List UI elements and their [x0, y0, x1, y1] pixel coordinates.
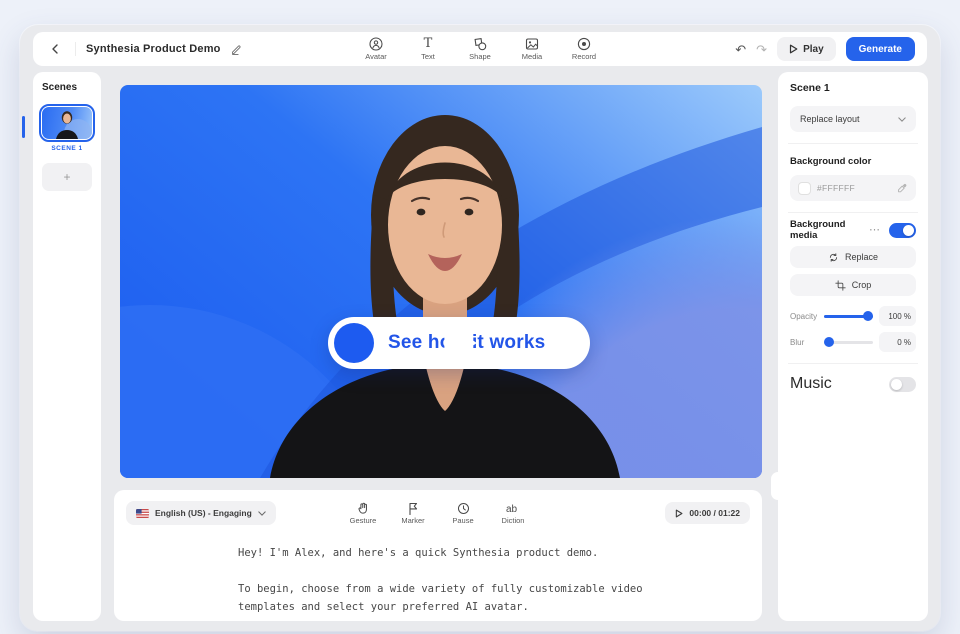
opacity-slider-knob[interactable]: [863, 311, 873, 321]
media-icon: [525, 37, 539, 51]
avatar-figure[interactable]: [120, 85, 762, 478]
add-scene-button[interactable]: +: [42, 163, 92, 191]
cta-play-icon: [334, 323, 374, 363]
generate-button[interactable]: Generate: [846, 37, 915, 61]
color-swatch[interactable]: [798, 182, 811, 195]
divider: [788, 143, 918, 144]
voice-selector[interactable]: English (US) - Engaging: [126, 501, 276, 525]
scene-thumbnail-avatar: [42, 107, 92, 139]
time-label: 00:00 / 01:22: [689, 508, 740, 518]
plus-icon: +: [63, 170, 70, 184]
undo-icon[interactable]: ↶: [735, 43, 746, 56]
background-media-row: Background media ⋯: [790, 222, 916, 238]
app-window: Synthesia Product Demo Avatar T Text Sha…: [20, 25, 940, 631]
scenes-panel: Scenes SCENE 1 +: [33, 72, 101, 621]
replace-icon: [828, 252, 839, 263]
blur-value[interactable]: 0 %: [879, 332, 916, 352]
voice-label: English (US) - Engaging: [155, 508, 252, 518]
background-media-toggle[interactable]: [889, 223, 916, 238]
toolbar-item-record[interactable]: Record: [569, 37, 599, 61]
opacity-row: Opacity 100 %: [790, 306, 916, 326]
scene-selected-indicator: [22, 116, 25, 138]
back-button[interactable]: [45, 39, 65, 59]
opacity-value[interactable]: 100 %: [879, 306, 916, 326]
scenes-heading: Scenes: [42, 82, 92, 93]
pause-clock-icon: [457, 502, 470, 515]
avatar-icon: [369, 37, 383, 51]
pencil-icon: [231, 44, 242, 55]
play-icon: [789, 44, 798, 54]
eyedropper-icon[interactable]: [897, 183, 908, 194]
play-button[interactable]: Play: [777, 37, 836, 61]
blur-slider-knob[interactable]: [824, 337, 834, 347]
crop-icon: [835, 280, 846, 291]
redo-icon[interactable]: ↷: [756, 43, 767, 56]
record-icon: [577, 37, 591, 51]
script-panel: English (US) - Engaging Gesture Marker: [114, 490, 762, 621]
color-value: #FFFFFF: [817, 183, 855, 193]
opacity-slider[interactable]: [824, 311, 873, 321]
scene-thumbnail-1[interactable]: [42, 107, 92, 139]
divider: [75, 42, 76, 56]
script-paragraph: To begin, choose from a wide variety of …: [238, 580, 686, 616]
script-toolbar: English (US) - Engaging Gesture Marker: [126, 500, 750, 526]
shape-icon: [473, 37, 487, 51]
diction-icon: ab: [505, 502, 521, 515]
panel-collapse-handle[interactable]: [771, 472, 785, 500]
svg-text:ab: ab: [506, 504, 518, 515]
script-tool-marker[interactable]: Marker: [397, 502, 429, 525]
toolbar-item-shape[interactable]: Shape: [465, 37, 495, 61]
layout-select[interactable]: Replace layout: [790, 106, 916, 132]
script-tool-diction[interactable]: ab Diction: [497, 502, 529, 525]
music-toggle[interactable]: [889, 377, 916, 392]
background-color-input[interactable]: #FFFFFF: [790, 175, 916, 201]
toolbar-item-text[interactable]: T Text: [413, 37, 443, 61]
divider: [788, 212, 918, 213]
gesture-icon: [357, 502, 370, 515]
us-flag-icon: [136, 509, 149, 518]
toolbar-item-avatar[interactable]: Avatar: [361, 37, 391, 61]
toolbar-item-media[interactable]: Media: [517, 37, 547, 61]
play-icon: [675, 509, 683, 518]
background-color-label: Background color: [790, 156, 916, 167]
script-text-editor[interactable]: Hey! I'm Alex, and here's a quick Synthe…: [126, 544, 686, 616]
opacity-label: Opacity: [790, 312, 818, 321]
edit-title-button[interactable]: [231, 44, 242, 55]
script-tool-gesture[interactable]: Gesture: [347, 502, 379, 525]
toggle-knob: [891, 379, 902, 390]
crop-button[interactable]: Crop: [790, 274, 916, 296]
top-toolbar: Synthesia Product Demo Avatar T Text Sha…: [33, 32, 927, 66]
script-tool-pause[interactable]: Pause: [447, 502, 479, 525]
marker-icon: [407, 502, 419, 515]
music-row: Music: [790, 376, 916, 392]
scene-label: SCENE 1: [42, 145, 92, 152]
inspector-panel: Scene 1 Replace layout Background color …: [778, 72, 928, 621]
text-icon: T: [424, 37, 433, 51]
more-options-icon[interactable]: ⋯: [869, 226, 881, 234]
background-media-label: Background media: [790, 219, 869, 241]
playback-time-button[interactable]: 00:00 / 01:22: [665, 502, 750, 524]
replace-media-button[interactable]: Replace: [790, 246, 916, 268]
blur-label: Blur: [790, 338, 818, 347]
inspector-scene-heading: Scene 1: [790, 82, 916, 94]
divider: [788, 363, 918, 364]
chevron-down-icon: [258, 511, 266, 516]
project-title: Synthesia Product Demo: [86, 43, 221, 55]
toggle-knob: [903, 225, 914, 236]
cta-button-element[interactable]: See how it works: [328, 317, 590, 369]
chevron-down-icon: [898, 117, 906, 122]
blur-slider[interactable]: [824, 337, 873, 347]
blur-row: Blur 0 %: [790, 332, 916, 352]
chevron-left-icon: [51, 44, 59, 54]
script-paragraph: Hey! I'm Alex, and here's a quick Synthe…: [238, 544, 686, 562]
music-label: Music: [790, 375, 832, 393]
video-canvas[interactable]: See how it works: [120, 85, 762, 478]
